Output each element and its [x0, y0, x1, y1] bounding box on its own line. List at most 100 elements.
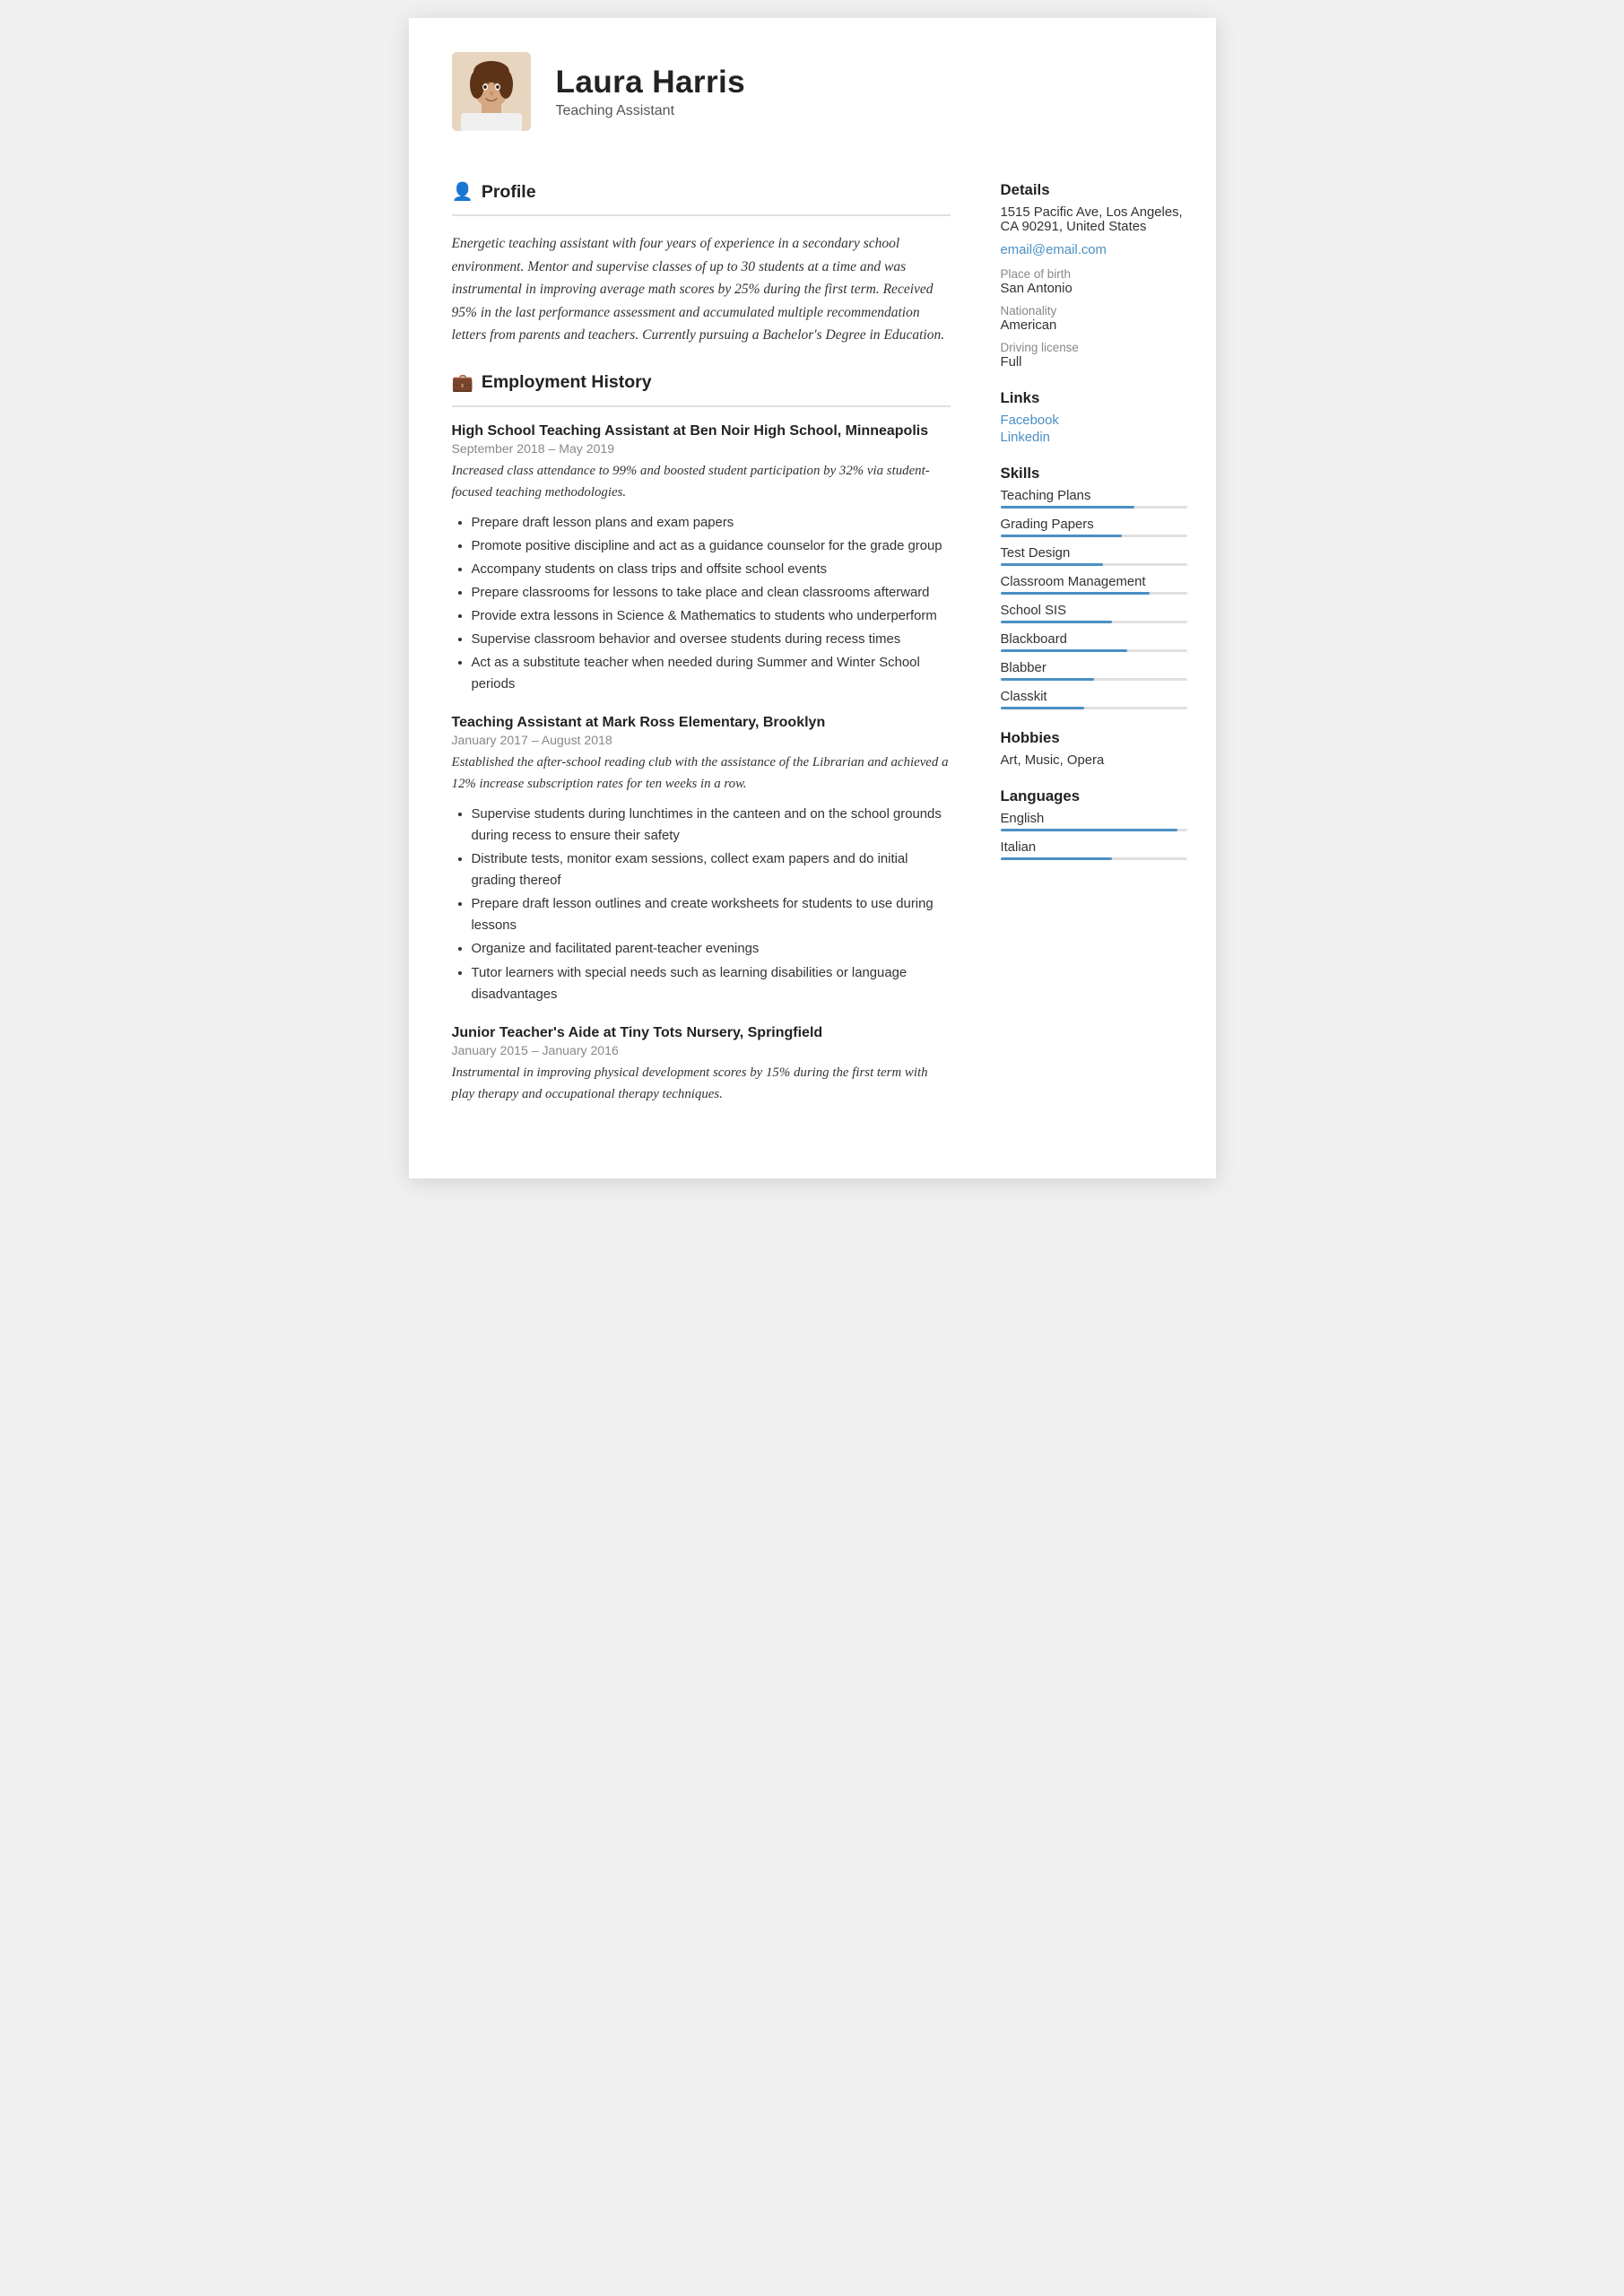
- language-item-0: English: [1001, 812, 1187, 831]
- list-item: Promote positive discipline and act as a…: [472, 535, 951, 557]
- skill-name: School SIS: [1001, 604, 1187, 618]
- job-title-3: Junior Teacher's Aide at Tiny Tots Nurse…: [452, 1025, 951, 1041]
- email-link[interactable]: email@email.com: [1001, 243, 1107, 257]
- list-item: Distribute tests, monitor exam sessions,…: [472, 848, 951, 891]
- list-item: Accompany students on class trips and of…: [472, 559, 951, 580]
- lang-bar-bg: [1001, 857, 1187, 860]
- address-value: 1515 Pacific Ave, Los Angeles, CA 90291,…: [1001, 205, 1187, 234]
- skill-bar-bg: [1001, 535, 1187, 537]
- job-block-1: High School Teaching Assistant at Ben No…: [452, 423, 951, 695]
- skill-bar-fill: [1001, 678, 1094, 681]
- employment-icon: 💼: [452, 372, 473, 394]
- skill-bar-fill: [1001, 621, 1113, 623]
- skill-bar-fill: [1001, 707, 1085, 709]
- skill-item-1: Grading Papers: [1001, 517, 1187, 537]
- skill-bar-bg: [1001, 707, 1187, 709]
- hobbies-text: Art, Music, Opera: [1001, 753, 1187, 768]
- employment-section: 💼 Employment History High School Teachin…: [452, 372, 951, 1105]
- header-name: Laura Harris: [556, 65, 746, 100]
- job-block-2: Teaching Assistant at Mark Ross Elementa…: [452, 715, 951, 1004]
- skill-item-7: Classkit: [1001, 690, 1187, 709]
- job-title-1: High School Teaching Assistant at Ben No…: [452, 423, 951, 439]
- employment-divider: [452, 405, 951, 407]
- lang-name: Italian: [1001, 840, 1187, 855]
- list-item: Provide extra lessons in Science & Mathe…: [472, 605, 951, 627]
- skills-heading: Skills: [1001, 465, 1187, 483]
- links-section: Links Facebook Linkedin: [1001, 389, 1187, 445]
- linkedin-link[interactable]: Linkedin: [1001, 430, 1187, 445]
- skill-bar-bg: [1001, 678, 1187, 681]
- skill-bar-bg: [1001, 621, 1187, 623]
- header-title: Teaching Assistant: [556, 103, 746, 119]
- header: Laura Harris Teaching Assistant: [409, 18, 1216, 156]
- driving-license-label: Driving license: [1001, 341, 1187, 354]
- skill-bar-bg: [1001, 592, 1187, 595]
- nationality-value: American: [1001, 318, 1187, 333]
- skill-item-3: Classroom Management: [1001, 575, 1187, 595]
- header-info: Laura Harris Teaching Assistant: [556, 65, 746, 119]
- job-summary-2: Established the after-school reading clu…: [452, 752, 951, 796]
- skill-item-4: School SIS: [1001, 604, 1187, 623]
- profile-divider: [452, 214, 951, 216]
- hobbies-section: Hobbies Art, Music, Opera: [1001, 729, 1187, 768]
- skill-bar-fill: [1001, 563, 1103, 566]
- skill-item-2: Test Design: [1001, 546, 1187, 566]
- job-title-2: Teaching Assistant at Mark Ross Elementa…: [452, 715, 951, 731]
- details-heading: Details: [1001, 181, 1187, 199]
- languages-section: Languages English Italian: [1001, 787, 1187, 860]
- skill-bar-fill: [1001, 506, 1135, 509]
- sidebar-column: Details 1515 Pacific Ave, Los Angeles, C…: [983, 156, 1216, 1150]
- list-item: Act as a substitute teacher when needed …: [472, 652, 951, 695]
- skill-name: Classkit: [1001, 690, 1187, 704]
- skill-name: Classroom Management: [1001, 575, 1187, 589]
- skill-name: Test Design: [1001, 546, 1187, 561]
- lang-bar-bg: [1001, 829, 1187, 831]
- job-summary-1: Increased class attendance to 99% and bo…: [452, 461, 951, 504]
- skill-bar-fill: [1001, 592, 1150, 595]
- lang-name: English: [1001, 812, 1187, 826]
- resume-container: Laura Harris Teaching Assistant 👤 Profil…: [409, 18, 1216, 1178]
- skill-name: Blackboard: [1001, 632, 1187, 647]
- languages-heading: Languages: [1001, 787, 1187, 805]
- list-item: Organize and facilitated parent-teacher …: [472, 938, 951, 960]
- skill-name: Teaching Plans: [1001, 489, 1187, 503]
- main-column: 👤 Profile Energetic teaching assistant w…: [409, 156, 983, 1150]
- skill-item-6: Blabber: [1001, 661, 1187, 681]
- skills-section: Skills Teaching Plans Grading Papers Tes…: [1001, 465, 1187, 709]
- hobbies-heading: Hobbies: [1001, 729, 1187, 747]
- job-dates-2: January 2017 – August 2018: [452, 733, 951, 747]
- nationality-label: Nationality: [1001, 304, 1187, 317]
- list-item: Tutor learners with special needs such a…: [472, 962, 951, 1005]
- avatar: [452, 52, 531, 131]
- skill-name: Grading Papers: [1001, 517, 1187, 532]
- skill-name: Blabber: [1001, 661, 1187, 675]
- list-item: Prepare draft lesson plans and exam pape…: [472, 512, 951, 534]
- lang-bar-fill: [1001, 829, 1178, 831]
- body-columns: 👤 Profile Energetic teaching assistant w…: [409, 156, 1216, 1178]
- list-item: Supervise students during lunchtimes in …: [472, 804, 951, 847]
- place-of-birth-label: Place of birth: [1001, 267, 1187, 281]
- skill-item-5: Blackboard: [1001, 632, 1187, 652]
- skill-bar-fill: [1001, 535, 1122, 537]
- skill-bar-bg: [1001, 563, 1187, 566]
- languages-list: English Italian: [1001, 812, 1187, 860]
- list-item: Prepare classrooms for lessons to take p…: [472, 582, 951, 604]
- skill-bar-bg: [1001, 506, 1187, 509]
- skill-bar-bg: [1001, 649, 1187, 652]
- lang-bar-fill: [1001, 857, 1113, 860]
- job-dates-1: September 2018 – May 2019: [452, 441, 951, 456]
- job-dates-3: January 2015 – January 2016: [452, 1043, 951, 1057]
- links-heading: Links: [1001, 389, 1187, 407]
- place-of-birth-value: San Antonio: [1001, 282, 1187, 296]
- list-item: Prepare draft lesson outlines and create…: [472, 893, 951, 936]
- facebook-link[interactable]: Facebook: [1001, 413, 1187, 428]
- profile-text: Energetic teaching assistant with four y…: [452, 232, 951, 347]
- job-bullets-1: Prepare draft lesson plans and exam pape…: [452, 512, 951, 696]
- language-item-1: Italian: [1001, 840, 1187, 860]
- profile-section: 👤 Profile Energetic teaching assistant w…: [452, 181, 951, 347]
- job-summary-3: Instrumental in improving physical devel…: [452, 1063, 951, 1106]
- profile-heading: 👤 Profile: [452, 181, 951, 203]
- skill-bar-fill: [1001, 649, 1127, 652]
- profile-icon: 👤: [452, 181, 473, 203]
- driving-license-value: Full: [1001, 355, 1187, 370]
